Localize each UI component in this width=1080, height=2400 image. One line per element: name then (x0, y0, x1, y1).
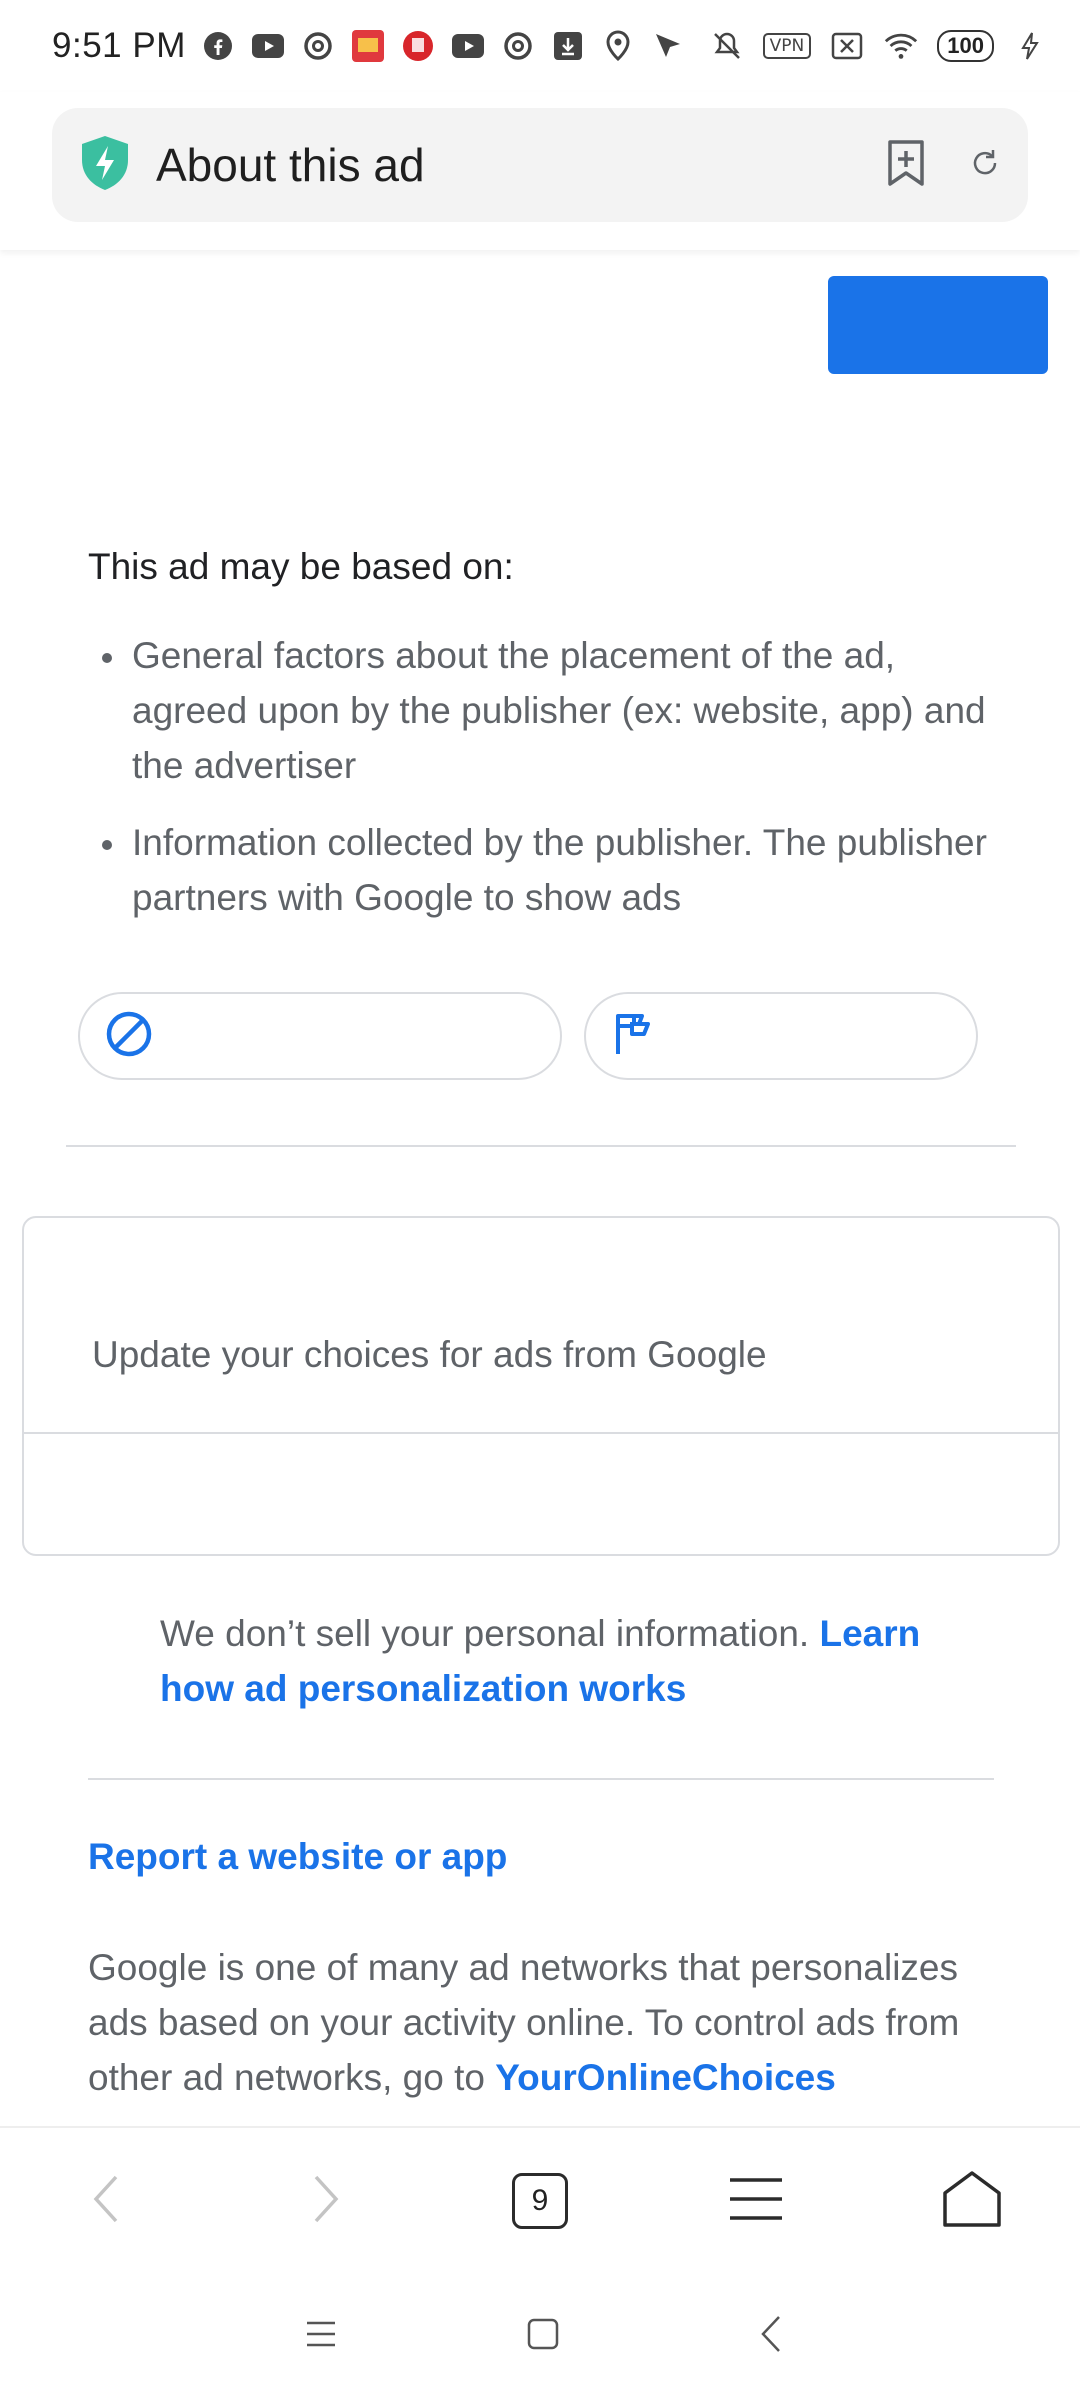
privacy-notice-text: We don’t sell your personal information. (160, 1613, 810, 1654)
vpn-icon: VPN (762, 33, 812, 59)
location-pin-icon (600, 28, 636, 64)
youtube-icon (450, 28, 486, 64)
report-ad-button[interactable] (584, 992, 978, 1080)
send-arrow-icon (650, 28, 686, 64)
card-divider (24, 1432, 1058, 1434)
shield-bolt-icon (78, 134, 132, 197)
home-nav-button[interactable] (488, 2272, 598, 2400)
notification-icons (200, 28, 686, 64)
divider (66, 1145, 1016, 1147)
recents-icon (304, 2320, 338, 2353)
home-button[interactable] (912, 2128, 1032, 2274)
status-time: 9:51 PM (52, 26, 186, 65)
hamburger-menu-icon (728, 2176, 784, 2227)
ad-choices-card[interactable]: Update your choices for ads from Google (22, 1216, 1060, 1556)
reload-icon[interactable] (968, 146, 1002, 185)
primary-action-button[interactable] (828, 276, 1048, 374)
page-content: This ad may be based on: General factors… (0, 250, 1080, 2126)
battery-icon: 100 (937, 30, 994, 62)
at-sign-icon (300, 28, 336, 64)
block-icon (104, 1009, 154, 1064)
sim-off-icon (829, 28, 865, 64)
facebook-icon (200, 28, 236, 64)
wifi-icon (883, 28, 919, 64)
divider (88, 1778, 994, 1780)
tab-count: 9 (512, 2173, 568, 2229)
back-button[interactable] (46, 2128, 166, 2274)
system-navigation-bar (0, 2272, 1080, 2400)
list-item: Information collected by the publisher. … (88, 815, 1008, 925)
based-on-list: General factors about the placement of t… (88, 628, 1008, 947)
home-icon (941, 2169, 1003, 2234)
chevron-left-icon (88, 2173, 124, 2230)
ad-networks-paragraph: Google is one of many ad networks that p… (88, 1940, 1018, 2105)
at-sign-icon (500, 28, 536, 64)
privacy-notice: We don’t sell your personal information.… (160, 1606, 1000, 1716)
page-title[interactable]: About this ad (156, 138, 884, 192)
block-ad-button[interactable] (78, 992, 562, 1080)
browser-toolbar: 9 (0, 2126, 1080, 2272)
tabs-button[interactable]: 9 (480, 2128, 600, 2274)
based-on-heading: This ad may be based on: (88, 546, 514, 587)
bell-off-icon (709, 28, 745, 64)
browser-address-area: About this ad (0, 92, 1080, 250)
app-red-icon (350, 28, 386, 64)
update-choices-label[interactable]: Update your choices for ads from Google (92, 1334, 767, 1376)
forward-button[interactable] (266, 2128, 386, 2274)
system-status-icons: VPN 100 (709, 28, 1048, 64)
bookmark-add-icon[interactable] (884, 139, 928, 192)
back-arrow-icon (759, 2314, 783, 2359)
report-website-link[interactable]: Report a website or app (88, 1836, 507, 1878)
address-bar[interactable]: About this ad (52, 108, 1028, 222)
your-online-choices-link[interactable]: YourOnlineChoices (495, 2057, 836, 2098)
chevron-right-icon (308, 2173, 344, 2230)
list-item: General factors about the placement of t… (88, 628, 1008, 793)
app-red-seal-icon (400, 28, 436, 64)
recent-apps-button[interactable] (266, 2272, 376, 2400)
back-nav-button[interactable] (716, 2272, 826, 2400)
flag-icon (610, 1010, 654, 1063)
youtube-icon (250, 28, 286, 64)
download-icon (550, 28, 586, 64)
menu-button[interactable] (696, 2128, 816, 2274)
square-icon (526, 2317, 560, 2356)
charging-icon (1012, 28, 1048, 64)
status-bar: 9:51 PM VPN 100 (0, 0, 1080, 92)
